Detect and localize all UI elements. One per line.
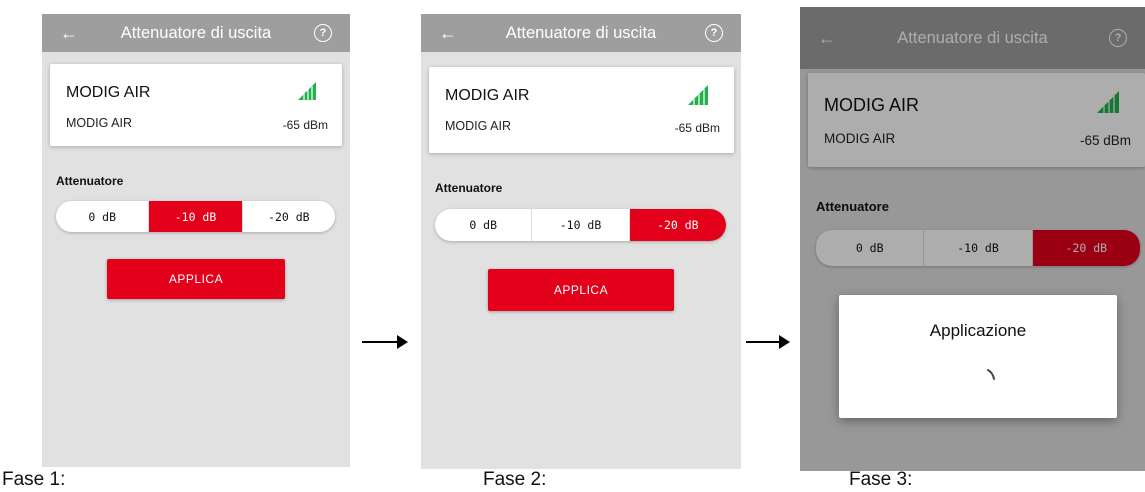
- option-minus10db[interactable]: -10 dB: [149, 201, 243, 232]
- loading-spinner-icon: [987, 369, 995, 380]
- step-arrow: [746, 335, 790, 349]
- page-title: Attenuatore di uscita: [505, 23, 657, 42]
- device-subtitle: MODIG AIR: [66, 116, 132, 130]
- apply-button[interactable]: APPLICA: [488, 269, 674, 311]
- option-0db[interactable]: 0 dB: [435, 209, 533, 241]
- device-card: MODIG AIR MODIG AIR -65 dBm: [50, 64, 342, 146]
- help-circle-icon[interactable]: ?: [705, 24, 723, 42]
- rssi-value: -65 dBm: [674, 121, 720, 135]
- device-name: MODIG AIR: [445, 87, 530, 104]
- option-minus20db[interactable]: -20 dB: [629, 209, 726, 241]
- arrow-left-icon[interactable]: ←: [439, 24, 457, 42]
- dialog-title: Applicazione: [929, 321, 1027, 340]
- device-name: MODIG AIR: [66, 84, 151, 101]
- attenuator-selector: 0 dB -10 dB -20 dB: [56, 201, 335, 232]
- progress-dialog: Applicazione: [839, 295, 1117, 418]
- app-bar: Attenuatore di uscita ← ?: [421, 14, 741, 52]
- device-subtitle: MODIG AIR: [445, 119, 511, 133]
- step-arrow: [362, 335, 408, 349]
- attenuator-label: Attenuatore: [56, 174, 124, 188]
- arrow-left-icon[interactable]: ←: [60, 24, 78, 42]
- step-caption: Fase 2:: [483, 469, 547, 490]
- step-caption: Fase 1:: [2, 469, 66, 490]
- screen-step-1: Attenuatore di uscita ← ? MODIG AIR MODI…: [42, 14, 350, 467]
- option-0db[interactable]: 0 dB: [56, 201, 150, 232]
- signal-strength-icon: [298, 82, 316, 100]
- help-circle-icon[interactable]: ?: [314, 24, 332, 42]
- screen-step-3: Attenuatore di uscita ← ? MODIG AIR MODI…: [800, 7, 1145, 471]
- app-bar: Attenuatore di uscita ← ?: [42, 14, 350, 52]
- option-minus20db[interactable]: -20 dB: [243, 201, 335, 232]
- signal-strength-icon: [688, 85, 708, 105]
- page-title: Attenuatore di uscita: [120, 23, 272, 42]
- option-minus10db[interactable]: -10 dB: [532, 209, 630, 241]
- step-caption: Fase 3:: [849, 469, 913, 490]
- rssi-value: -65 dBm: [282, 118, 328, 132]
- attenuator-label: Attenuatore: [435, 181, 503, 195]
- device-card: MODIG AIR MODIG AIR -65 dBm: [429, 67, 734, 153]
- apply-button[interactable]: APPLICA: [107, 259, 285, 299]
- screen-step-2: Attenuatore di uscita ← ? MODIG AIR MODI…: [421, 14, 741, 469]
- attenuator-selector: 0 dB -10 dB -20 dB: [435, 209, 726, 241]
